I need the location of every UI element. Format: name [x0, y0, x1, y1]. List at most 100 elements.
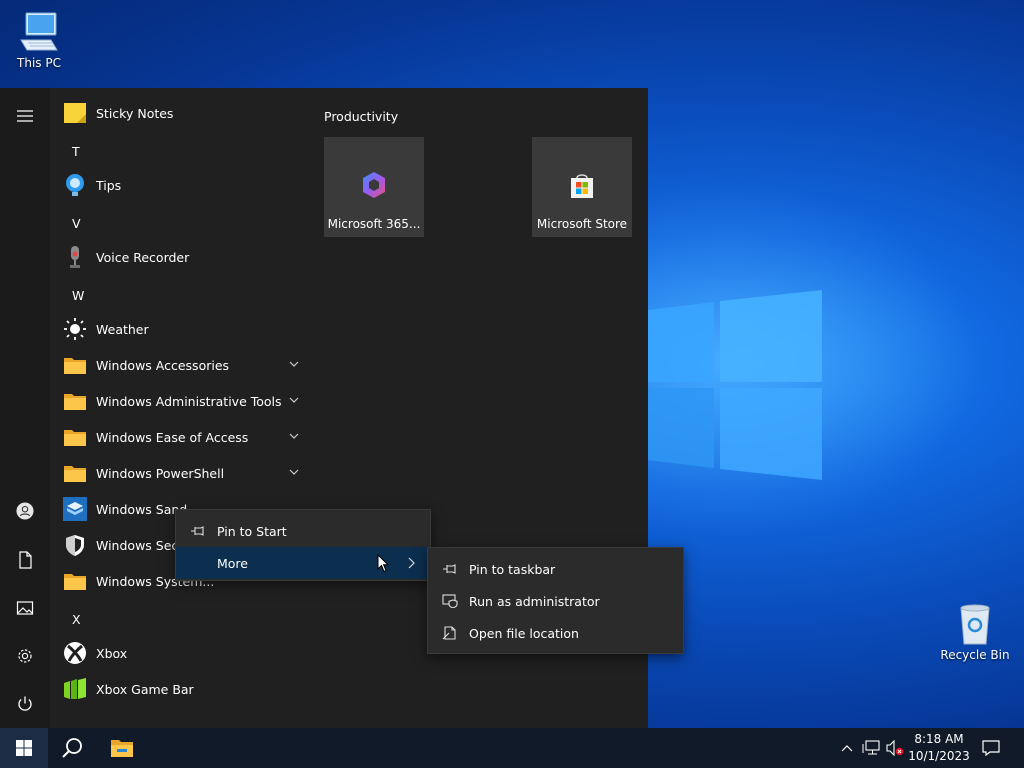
document-icon: [19, 551, 32, 569]
app-item-label: Tips: [96, 177, 122, 193]
admin-shield-icon: [442, 594, 458, 608]
app-item-weather[interactable]: Weather: [50, 311, 312, 347]
sandbox-icon: [63, 497, 87, 521]
app-item-label: Windows Accessories: [96, 357, 230, 373]
taskbar-clock[interactable]: 8:18 AM 10/1/2023: [900, 731, 978, 765]
desktop-icon-label: This PC: [17, 56, 61, 70]
desktop-icon-recycle-bin[interactable]: Recycle Bin: [937, 602, 1013, 662]
submenu: Pin to taskbar Run as administrator Open…: [427, 547, 684, 654]
tile-microsoft-store[interactable]: Microsoft Store: [532, 137, 632, 237]
menu-item-label: Open file location: [469, 625, 579, 641]
app-item-label: Voice Recorder: [96, 249, 190, 265]
desktop-icon-this-pc[interactable]: This PC: [1, 10, 77, 70]
network-button[interactable]: [860, 728, 882, 768]
mouse-cursor-icon: [377, 554, 389, 573]
search-icon: [62, 738, 82, 758]
account-button[interactable]: [0, 491, 50, 531]
folder-item-windows-ease-of-access[interactable]: Windows Ease of Access: [50, 419, 312, 455]
tile-label: Microsoft 365...: [327, 217, 421, 231]
folder-icon: [63, 569, 87, 593]
letter-header-v[interactable]: V: [72, 216, 81, 231]
app-item-label: Windows PowerShell: [96, 465, 225, 481]
sun-icon: [63, 317, 87, 341]
shield-icon: [63, 533, 87, 557]
hamburger-button[interactable]: [0, 96, 50, 136]
app-item-label: Windows Sand: [96, 501, 188, 517]
letter-header-w[interactable]: W: [72, 288, 84, 303]
letter-header-t[interactable]: T: [72, 144, 80, 159]
app-item-voice-recorder[interactable]: Voice Recorder: [50, 239, 312, 275]
windows-logo-icon: [16, 740, 32, 756]
gear-icon: [18, 649, 32, 663]
file-explorer-icon: [111, 740, 133, 757]
chevron-down-icon[interactable]: [288, 358, 300, 370]
xbox-icon: [63, 641, 87, 665]
chevron-down-icon[interactable]: [288, 430, 300, 442]
network-icon: [862, 740, 880, 755]
computer-icon: [17, 10, 61, 54]
tile-group-title[interactable]: Productivity: [324, 109, 398, 124]
clock-time: 8:18 AM: [914, 732, 964, 746]
app-item-tips[interactable]: Tips: [50, 167, 312, 203]
folder-icon: [63, 353, 87, 377]
menu-item-more[interactable]: More: [176, 547, 430, 579]
start-button[interactable]: [0, 728, 48, 768]
documents-button[interactable]: [0, 540, 50, 580]
folder-icon: [63, 461, 87, 485]
folder-item-windows-accessories[interactable]: Windows Accessories: [50, 347, 312, 383]
app-item-label: Sticky Notes: [96, 105, 174, 121]
tips-icon: [63, 173, 87, 197]
app-item-label: Windows Secu: [96, 537, 187, 553]
app-item-label: Weather: [96, 321, 149, 337]
pin-icon: [190, 524, 206, 538]
windows-logo-wallpaper: [648, 290, 824, 480]
tile-label: Microsoft Store: [536, 217, 628, 231]
power-button[interactable]: [0, 684, 50, 724]
pin-icon: [442, 562, 458, 576]
microphone-icon: [63, 245, 87, 269]
app-item-xbox-game-bar[interactable]: Xbox Game Bar: [50, 671, 312, 707]
start-rail: [0, 88, 50, 728]
menu-item-label: Pin to taskbar: [469, 561, 556, 577]
power-icon: [18, 696, 32, 711]
file-location-icon: [442, 626, 458, 640]
taskbar: 8:18 AM 10/1/2023: [0, 728, 1024, 768]
app-list: Sticky Notes T Tips V Voice Recorder W W…: [50, 88, 312, 728]
chevron-down-icon[interactable]: [288, 466, 300, 478]
chevron-down-icon[interactable]: [288, 394, 300, 406]
action-center-button[interactable]: [978, 728, 1004, 768]
folder-icon: [63, 425, 87, 449]
folder-item-windows-administrative-tools[interactable]: Windows Administrative Tools: [50, 383, 312, 419]
recycle-bin-icon: [953, 602, 997, 646]
show-hidden-icons-button[interactable]: [836, 728, 858, 768]
tile-microsoft-365[interactable]: Microsoft 365...: [324, 137, 424, 237]
settings-button[interactable]: [0, 636, 50, 676]
microsoft-365-icon: [360, 171, 388, 199]
game-bar-icon: [63, 677, 87, 701]
app-item-label: Windows Administrative Tools: [96, 393, 282, 409]
folder-item-windows-powershell[interactable]: Windows PowerShell: [50, 455, 312, 491]
menu-item-run-as-administrator[interactable]: Run as administrator: [428, 585, 683, 617]
context-menu: Pin to Start More: [175, 509, 431, 581]
menu-item-open-file-location[interactable]: Open file location: [428, 617, 683, 649]
chevron-up-icon: [841, 745, 853, 752]
pictures-icon: [16, 601, 34, 615]
chevron-right-icon: [408, 557, 415, 569]
menu-item-pin-to-taskbar[interactable]: Pin to taskbar: [428, 553, 683, 585]
menu-item-label: More: [217, 555, 248, 571]
search-button[interactable]: [48, 728, 96, 768]
file-explorer-button[interactable]: [98, 728, 146, 768]
sticky-notes-icon: [63, 101, 87, 125]
app-item-label: Xbox Game Bar: [96, 681, 194, 697]
menu-item-pin-to-start[interactable]: Pin to Start: [176, 515, 430, 547]
letter-header-x[interactable]: X: [72, 612, 81, 627]
clock-date: 10/1/2023: [908, 749, 970, 763]
app-item-label: Xbox: [96, 645, 128, 661]
app-item-label: Windows Ease of Access: [96, 429, 249, 445]
menu-item-label: Pin to Start: [217, 523, 287, 539]
pictures-button[interactable]: [0, 588, 50, 628]
app-item-xbox[interactable]: Xbox: [50, 635, 312, 671]
app-item-sticky-notes[interactable]: Sticky Notes: [50, 95, 312, 131]
store-icon: [568, 171, 596, 199]
hamburger-icon: [17, 110, 33, 122]
